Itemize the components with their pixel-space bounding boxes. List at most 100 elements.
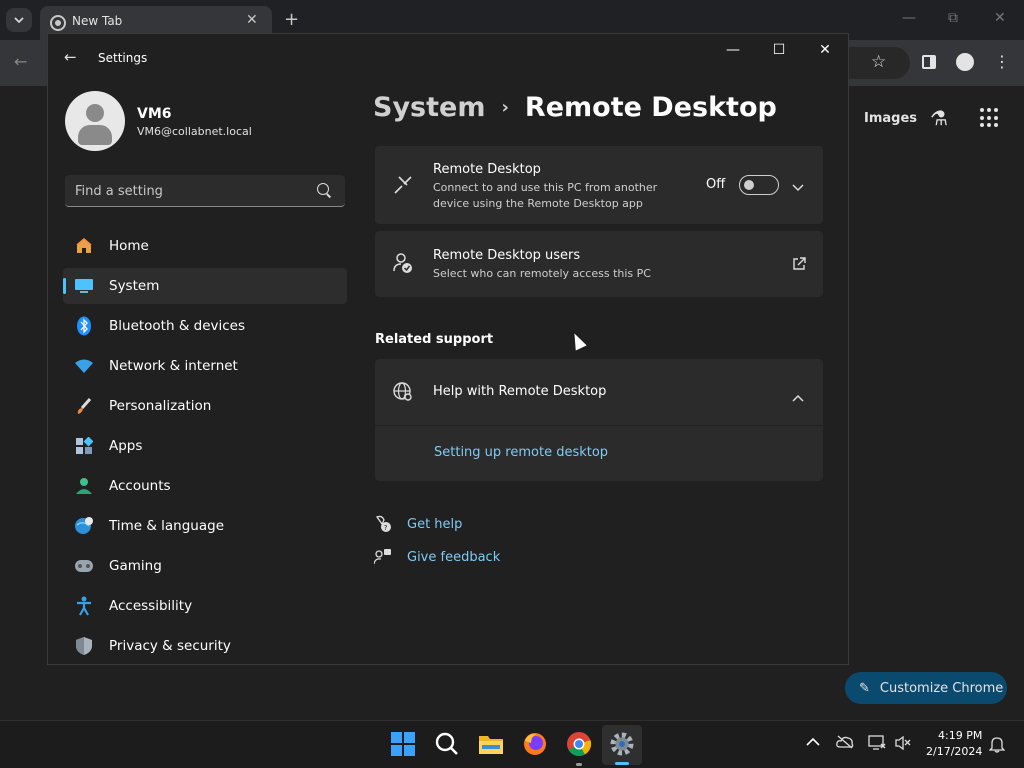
chevron-down-icon[interactable] bbox=[792, 177, 804, 196]
users-check-icon bbox=[391, 251, 415, 275]
bookmark-star-icon[interactable]: ☆ bbox=[871, 52, 886, 72]
taskbar-date[interactable]: 2/17/2024 bbox=[926, 745, 982, 758]
file-explorer-icon[interactable] bbox=[478, 731, 504, 757]
svg-text:?: ? bbox=[384, 524, 388, 532]
remote-desktop-toggle[interactable] bbox=[739, 175, 779, 195]
breadcrumb: System › Remote Desktop bbox=[373, 92, 777, 123]
remote-users-description: Select who can remotely access this PC bbox=[433, 267, 651, 280]
accounts-icon bbox=[74, 476, 94, 496]
sidebar-item-accounts[interactable]: Accounts bbox=[63, 468, 347, 504]
toggle-state-label: Off bbox=[706, 177, 726, 192]
chrome-close-button[interactable]: ✕ bbox=[994, 10, 1006, 26]
sidebar-item-label: Home bbox=[109, 238, 149, 254]
bluetooth-icon bbox=[74, 316, 94, 336]
give-feedback-link[interactable]: Give feedback bbox=[407, 550, 500, 565]
gamepad-icon bbox=[74, 556, 94, 576]
sidebar-item-apps[interactable]: Apps bbox=[63, 428, 347, 464]
page-title: Remote Desktop bbox=[524, 92, 777, 123]
chrome-favicon-icon bbox=[50, 15, 66, 31]
search-box bbox=[65, 175, 345, 207]
related-support-heading: Related support bbox=[375, 332, 494, 347]
setting-up-remote-desktop-link[interactable]: Setting up remote desktop bbox=[434, 445, 608, 460]
volume-muted-icon[interactable] bbox=[894, 735, 912, 755]
firefox-icon[interactable] bbox=[522, 731, 548, 757]
apps-icon bbox=[74, 436, 94, 456]
sidebar-item-label: Privacy & security bbox=[109, 638, 231, 654]
chevron-down-icon bbox=[14, 17, 24, 23]
settings-gear-icon[interactable] bbox=[609, 731, 635, 757]
chrome-tab-title: New Tab bbox=[72, 14, 123, 28]
settings-window: ← Settings — ☐ ✕ VM6 VM6@collabnet.local… bbox=[47, 33, 849, 665]
help-title: Help with Remote Desktop bbox=[433, 384, 607, 399]
sidebar-item-system[interactable]: System bbox=[63, 268, 347, 304]
sidebar-item-bluetooth[interactable]: Bluetooth & devices bbox=[63, 308, 347, 344]
sidebar-item-accessibility[interactable]: Accessibility bbox=[63, 588, 347, 624]
sidebar-item-privacy-security[interactable]: Privacy & security bbox=[63, 628, 347, 664]
chrome-back-arrow-icon[interactable]: ← bbox=[14, 52, 27, 71]
chrome-running-indicator bbox=[576, 763, 582, 766]
help-remote-desktop-expander[interactable]: Help with Remote Desktop bbox=[375, 359, 823, 425]
sidebar-item-label: Accounts bbox=[109, 478, 171, 494]
search-input[interactable] bbox=[75, 181, 305, 201]
taskbar-search-icon[interactable] bbox=[434, 731, 460, 757]
user-email: VM6@collabnet.local bbox=[137, 125, 252, 138]
shield-icon bbox=[74, 636, 94, 656]
open-external-icon[interactable] bbox=[792, 256, 806, 275]
globe-clock-icon bbox=[74, 516, 94, 536]
network-icon bbox=[74, 356, 94, 376]
customize-chrome-button[interactable]: ✎ Customize Chrome bbox=[845, 672, 1007, 704]
onedrive-offline-icon[interactable] bbox=[836, 735, 854, 753]
network-status-icon[interactable] bbox=[868, 735, 886, 755]
new-tab-plus-icon[interactable]: + bbox=[284, 9, 299, 30]
sidebar-item-label: Personalization bbox=[109, 398, 212, 414]
remote-desktop-card[interactable]: Remote Desktop Connect to and use this P… bbox=[375, 146, 823, 224]
sidebar-item-gaming[interactable]: Gaming bbox=[63, 548, 347, 584]
tray-chevron-up-icon[interactable] bbox=[806, 735, 820, 751]
chevron-up-icon[interactable] bbox=[792, 387, 804, 406]
chrome-restore-button[interactable]: ⧉ bbox=[948, 10, 958, 26]
close-tab-icon[interactable]: ✕ bbox=[246, 12, 258, 28]
taskbar-time[interactable]: 4:19 PM bbox=[938, 729, 982, 742]
maximize-button[interactable]: ☐ bbox=[764, 42, 794, 58]
user-name: VM6 bbox=[137, 106, 172, 122]
avatar[interactable] bbox=[65, 91, 125, 151]
start-windows-icon[interactable] bbox=[390, 731, 416, 757]
sidebar-item-label: System bbox=[109, 278, 160, 294]
side-panel-icon[interactable] bbox=[922, 55, 936, 69]
google-apps-icon[interactable] bbox=[980, 108, 1000, 128]
sidebar-item-home[interactable]: Home bbox=[63, 228, 347, 264]
brush-icon bbox=[74, 396, 94, 416]
remote-users-title: Remote Desktop users bbox=[433, 248, 581, 263]
back-arrow-icon[interactable]: ← bbox=[64, 48, 77, 66]
chrome-minimize-button[interactable]: — bbox=[902, 10, 916, 26]
profile-icon[interactable] bbox=[956, 53, 974, 71]
sidebar-item-personalization[interactable]: Personalization bbox=[63, 388, 347, 424]
sidebar-item-label: Apps bbox=[109, 438, 143, 454]
images-link[interactable]: Images bbox=[864, 111, 917, 126]
system-icon bbox=[74, 276, 94, 296]
chrome-icon[interactable] bbox=[566, 731, 592, 757]
sidebar-item-time-language[interactable]: Time & language bbox=[63, 508, 347, 544]
accessibility-icon bbox=[74, 596, 94, 616]
minimize-button[interactable]: — bbox=[718, 42, 748, 58]
sidebar-item-label: Time & language bbox=[109, 518, 225, 534]
pencil-icon: ✎ bbox=[859, 680, 870, 696]
search-icon[interactable] bbox=[317, 183, 329, 195]
notification-bell-icon[interactable] bbox=[988, 735, 1006, 757]
chevron-right-icon: › bbox=[501, 97, 509, 118]
settings-titlebar: ← Settings — ☐ ✕ bbox=[48, 34, 848, 82]
sidebar-item-network[interactable]: Network & internet bbox=[63, 348, 347, 384]
close-button[interactable]: ✕ bbox=[810, 42, 840, 58]
remote-desktop-title: Remote Desktop bbox=[433, 162, 541, 177]
help-remote-desktop-content: Setting up remote desktop bbox=[375, 426, 823, 481]
settings-active-indicator bbox=[615, 762, 629, 765]
get-help-link[interactable]: Get help bbox=[407, 517, 462, 532]
tab-search-button[interactable] bbox=[6, 8, 32, 32]
chrome-menu-icon[interactable]: ⋮ bbox=[994, 52, 1010, 71]
remote-desktop-users-card[interactable]: Remote Desktop users Select who can remo… bbox=[375, 231, 823, 297]
get-help-icon: ? bbox=[374, 515, 394, 535]
labs-flask-icon[interactable]: ⚗ bbox=[930, 106, 948, 130]
sidebar-item-label: Gaming bbox=[109, 558, 162, 574]
breadcrumb-parent-system[interactable]: System bbox=[373, 92, 485, 123]
window-title: Settings bbox=[98, 51, 148, 65]
